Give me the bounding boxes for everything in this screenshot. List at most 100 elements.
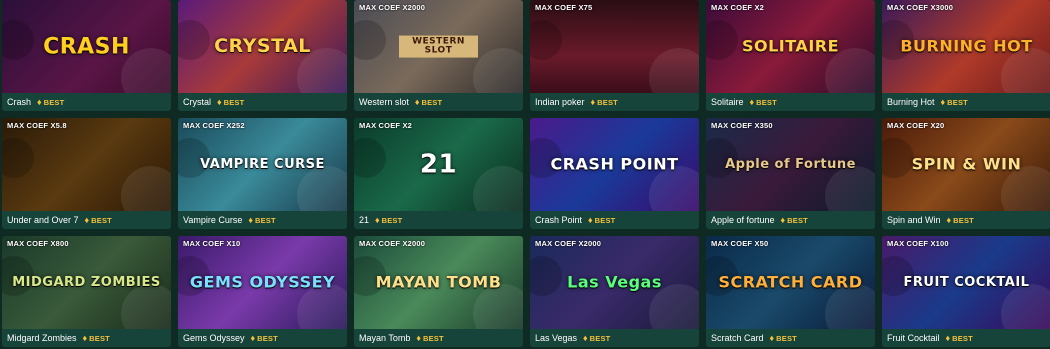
max-coef-label: MAX COEF X50: [711, 239, 769, 248]
game-thumbnail[interactable]: [530, 0, 699, 93]
fire-icon: ♦: [749, 97, 755, 107]
best-badge: BEST: [594, 215, 616, 225]
game-thumbnail[interactable]: FRUIT COCKTAIL: [882, 236, 1050, 329]
game-tile[interactable]: MAX COEF X5.8 Under and Over 7 ♦ BEST: [2, 118, 171, 229]
artwork-decoration: [121, 166, 171, 211]
game-footer[interactable]: Spin and Win ♦ BEST: [882, 211, 1050, 229]
game-logo: MIDGARD ZOMBIES: [12, 274, 161, 290]
game-footer[interactable]: Gems Odyssey ♦ BEST: [178, 329, 347, 347]
game-thumbnail[interactable]: MAYAN TOMB: [354, 236, 523, 329]
best-badge: BEST: [952, 333, 973, 343]
best-badge: BEST: [89, 333, 110, 343]
game-footer[interactable]: Western slot ♦ BEST: [354, 93, 523, 111]
game-tile[interactable]: BURNING HOT MAX COEF X3000 Burning Hot ♦ BES…: [882, 0, 1050, 111]
artwork-decoration: [2, 138, 34, 178]
game-tile[interactable]: MIDGARD ZOMBIES MAX COEF X800 Midgard Zomb…: [2, 236, 171, 347]
game-tile[interactable]: Apple of Fortune MAX COEF X350 Apple of fo…: [706, 118, 875, 229]
game-footer[interactable]: Crash Point ♦ BEST: [530, 211, 699, 229]
game-tile[interactable]: SPIN & WIN MAX COEF X20 Spin and Win ♦ BEST: [882, 118, 1050, 229]
game-tile[interactable]: GEMS ODYSSEY MAX COEF X10 Gems Odyssey ♦ BES…: [178, 236, 347, 347]
game-tile[interactable]: SOLITAIRE MAX COEF X2 Solitaire ♦ BEST: [706, 0, 875, 111]
max-coef-label: MAX COEF X3000: [887, 3, 954, 12]
game-name: Las Vegas: [535, 333, 578, 343]
best-badge: BEST: [223, 97, 245, 107]
game-footer[interactable]: Solitaire ♦ BEST: [706, 93, 875, 111]
game-thumbnail[interactable]: SOLITAIRE: [706, 0, 875, 93]
max-coef-label: MAX COEF X20: [887, 121, 945, 130]
game-tile[interactable]: FRUIT COCKTAIL MAX COEF X100 Fruit Cocktai…: [882, 236, 1050, 347]
game-thumbnail[interactable]: SCRATCH CARD: [706, 236, 875, 329]
game-thumbnail[interactable]: WESTERN SLOT: [354, 0, 523, 93]
game-thumbnail[interactable]: CRYSTAL: [178, 0, 347, 93]
game-logo: Las Vegas: [567, 272, 662, 292]
game-thumbnail[interactable]: CRASH POINT: [530, 118, 699, 211]
game-name: Burning Hot: [887, 97, 935, 107]
game-tile[interactable]: VAMPIRE CURSE MAX COEF X252 Vampire Curse ♦…: [178, 118, 347, 229]
fire-icon: ♦: [217, 97, 222, 107]
best-badge: BEST: [589, 333, 611, 343]
game-tile[interactable]: CRASH POINT Crash Point ♦ BEST: [530, 118, 699, 229]
game-footer[interactable]: Crystal ♦ BEST: [178, 93, 347, 111]
game-tile[interactable]: MAX COEF X75 Indian poker ♦ BEST: [530, 0, 699, 111]
game-thumbnail[interactable]: [2, 118, 171, 211]
game-footer[interactable]: Scratch Card ♦ BEST: [706, 329, 875, 347]
game-thumbnail[interactable]: 21: [354, 118, 523, 211]
game-thumbnail[interactable]: VAMPIRE CURSE: [178, 118, 347, 211]
game-thumbnail[interactable]: CRASH: [2, 0, 171, 93]
game-footer[interactable]: Indian poker ♦ BEST: [530, 93, 699, 111]
game-tile[interactable]: 21 MAX COEF X2 21 ♦ BEST: [354, 118, 523, 229]
best-badge: BEST: [422, 333, 444, 343]
game-footer[interactable]: Midgard Zombies ♦ BEST: [2, 329, 171, 347]
game-logo: FRUIT COCKTAIL: [903, 274, 1030, 290]
fire-icon: ♦: [590, 97, 596, 107]
artwork-decoration: [825, 166, 875, 211]
game-footer[interactable]: 21 ♦ BEST: [354, 211, 523, 229]
artwork-decoration: [121, 284, 171, 329]
game-footer[interactable]: Apple of fortune ♦ BEST: [706, 211, 875, 229]
best-badge: BEST: [257, 333, 278, 343]
max-coef-label: MAX COEF X252: [183, 121, 245, 130]
game-footer[interactable]: Under and Over 7 ♦ BEST: [2, 211, 171, 229]
game-footer[interactable]: Vampire Curse ♦ BEST: [178, 211, 347, 229]
game-thumbnail[interactable]: Apple of Fortune: [706, 118, 875, 211]
game-tile[interactable]: CRASH Crash ♦ BEST: [2, 0, 171, 111]
game-name: Apple of fortune: [711, 215, 775, 225]
game-logo: BURNING HOT: [900, 36, 1033, 56]
game-name: Gems Odyssey: [183, 333, 245, 343]
max-coef-label: MAX COEF X2: [711, 3, 765, 12]
game-thumbnail[interactable]: Las Vegas: [530, 236, 699, 329]
max-coef-label: MAX COEF X2: [359, 121, 413, 130]
fire-icon: ♦: [940, 97, 946, 107]
game-name: 21: [359, 215, 370, 225]
game-thumbnail[interactable]: SPIN & WIN: [882, 118, 1050, 211]
game-footer[interactable]: Mayan Tomb ♦ BEST: [354, 329, 523, 347]
artwork-decoration: [354, 20, 386, 60]
game-tile[interactable]: WESTERN SLOT MAX COEF X2000 Western slot ♦ B…: [354, 0, 523, 111]
game-logo: WESTERN SLOT: [399, 35, 478, 58]
best-badge: BEST: [787, 215, 808, 225]
games-grid: CRASH Crash ♦ BEST CRYSTAL Crystal ♦ BEST WESTER…: [2, 0, 1050, 349]
artwork-decoration: [297, 166, 347, 211]
max-coef-label: MAX COEF X350: [711, 121, 773, 130]
game-name: Fruit Cocktail: [887, 333, 940, 343]
game-logo: 21: [419, 148, 458, 179]
fire-icon: ♦: [37, 97, 42, 107]
game-footer[interactable]: Burning Hot ♦ BEST: [882, 93, 1050, 111]
game-tile[interactable]: MAYAN TOMB MAX COEF X2000 Mayan Tomb ♦ BEST: [354, 236, 523, 347]
fire-icon: ♦: [82, 333, 88, 343]
game-thumbnail[interactable]: BURNING HOT: [882, 0, 1050, 93]
best-badge: BEST: [756, 97, 777, 107]
game-footer[interactable]: Las Vegas ♦ BEST: [530, 329, 699, 347]
game-logo: GEMS ODYSSEY: [189, 272, 336, 292]
game-tile[interactable]: Las Vegas MAX COEF X2000 Las Vegas ♦ BEST: [530, 236, 699, 347]
game-logo: MAYAN TOMB: [375, 272, 502, 292]
game-footer[interactable]: Crash ♦ BEST: [2, 93, 171, 111]
game-tile[interactable]: SCRATCH CARD MAX COEF X50 Scratch Card ♦ BES…: [706, 236, 875, 347]
game-tile[interactable]: CRYSTAL Crystal ♦ BEST: [178, 0, 347, 111]
best-badge: BEST: [421, 97, 443, 107]
game-thumbnail[interactable]: MIDGARD ZOMBIES: [2, 236, 171, 329]
game-logo: SOLITAIRE: [741, 36, 840, 56]
max-coef-label: MAX COEF X75: [535, 3, 593, 12]
game-footer[interactable]: Fruit Cocktail ♦ BEST: [882, 329, 1050, 347]
game-thumbnail[interactable]: GEMS ODYSSEY: [178, 236, 347, 329]
